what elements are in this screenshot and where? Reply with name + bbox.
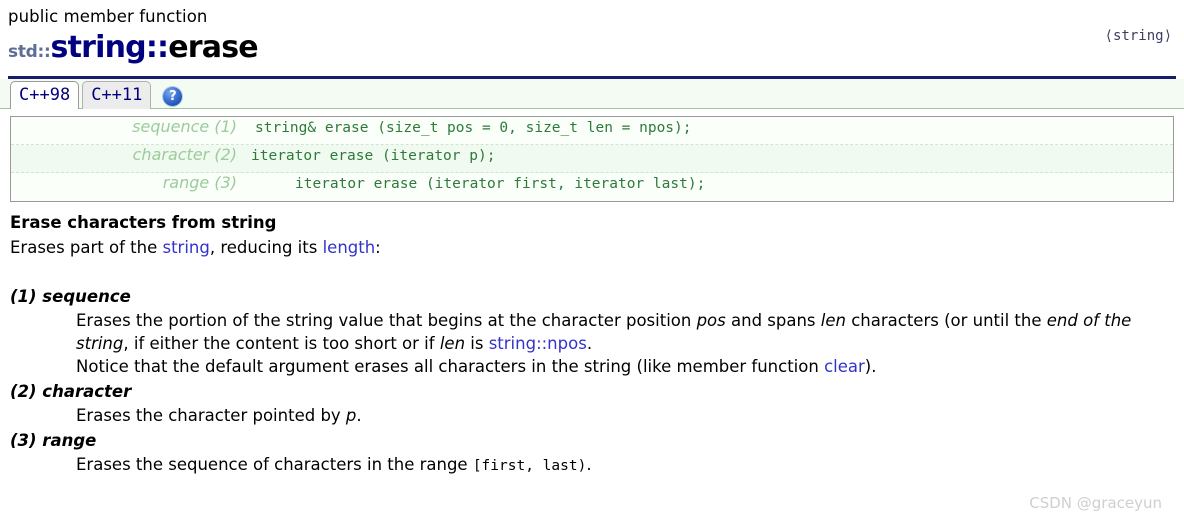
page-header: public member function std::string::eras… [0, 0, 1184, 79]
variant-range-heading: (3) range [10, 431, 97, 450]
lead-text-3: : [375, 238, 381, 257]
range-interval-notation: [first, last) [472, 458, 587, 474]
tab-cpp11-label: C++11 [91, 85, 143, 105]
variant-range: (3) range Erases the sequence of charact… [10, 429, 1174, 478]
variant-character-body: Erases the character pointed by p. [10, 404, 1174, 427]
description-lead: Erases part of the string, reducing its … [10, 237, 1174, 259]
signature-row-sequence: sequence (1) string& erase (size_t pos =… [11, 117, 1173, 145]
title-namespace-prefix: std:: [8, 42, 51, 62]
variant-sequence-body: Erases the portion of the string value t… [10, 309, 1174, 378]
signature-row-range: range (3) iterator erase (iterator first… [11, 173, 1173, 201]
seq-text-2: and spans [725, 311, 821, 330]
seq-param-pos: pos [696, 311, 726, 330]
seq-param-len: len [820, 311, 846, 330]
tab-cpp98-label: C++98 [19, 85, 71, 105]
variant-character: (2) character Erases the character point… [10, 380, 1174, 427]
link-string[interactable]: string [162, 238, 209, 257]
title-class-name: string [50, 30, 147, 65]
include-header-label: ⟨string⟩ [1104, 28, 1172, 44]
seq-text-8: ). [864, 357, 877, 376]
char-param-p: p [345, 406, 357, 425]
signature-code-character: iterator erase (iterator p); [251, 148, 496, 164]
function-kind-label: public member function [8, 7, 208, 26]
seq-param-len-2: len [439, 334, 466, 353]
link-clear[interactable]: clear [824, 357, 865, 376]
signature-row-character: character (2) iterator erase (iterator p… [11, 145, 1173, 173]
seq-text-4: , if either the content is too short or … [123, 334, 440, 353]
seq-text-5: is [465, 334, 489, 353]
description-title: Erase characters from string [10, 213, 277, 232]
link-string-npos[interactable]: string::npos [489, 334, 587, 353]
seq-text-1: Erases the portion of the string value t… [76, 311, 697, 330]
range-text-2: . [586, 455, 592, 474]
signature-code-range: iterator erase (iterator first, iterator… [295, 176, 706, 192]
variants-list: (1) sequence Erases the portion of the s… [10, 285, 1174, 478]
signature-label-range: range (3) [162, 173, 237, 192]
signature-label-sequence: sequence (1) [132, 117, 237, 136]
signature-label-character: character (2) [132, 145, 237, 164]
variant-sequence: (1) sequence Erases the portion of the s… [10, 285, 1174, 378]
watermark: CSDN @graceyun [1029, 494, 1162, 512]
standard-version-tabbar: C++98 C++11 ? [0, 79, 1184, 110]
seq-text-7: Notice that the default argument erases … [76, 357, 825, 376]
tab-cpp11[interactable]: C++11 [82, 81, 152, 109]
lead-text-2: , reducing its [209, 238, 323, 257]
char-text-2: . [356, 406, 362, 425]
seq-text-3: characters (or until the [845, 311, 1047, 330]
description-section: Erase characters from string Erases part… [0, 212, 1184, 478]
title-scope-separator: :: [145, 30, 169, 65]
variant-character-heading: (2) character [10, 382, 132, 401]
char-text-1: Erases the character pointed by [76, 406, 346, 425]
range-text-1: Erases the sequence of characters in the… [76, 455, 473, 474]
tab-cpp98[interactable]: C++98 [10, 81, 80, 110]
function-signature-table: sequence (1) string& erase (size_t pos =… [10, 116, 1174, 202]
link-length[interactable]: length [323, 238, 376, 257]
seq-text-6: . [586, 334, 593, 353]
variant-range-body: Erases the sequence of characters in the… [10, 453, 1174, 478]
signature-code-sequence: string& erase (size_t pos = 0, size_t le… [255, 120, 692, 136]
title-function-name: erase [168, 30, 258, 65]
lead-text-1: Erases part of the [10, 238, 163, 257]
page-title: std::string::erase [8, 30, 1176, 70]
variant-sequence-heading: (1) sequence [10, 287, 131, 306]
question-mark-icon[interactable]: ? [163, 87, 183, 106]
